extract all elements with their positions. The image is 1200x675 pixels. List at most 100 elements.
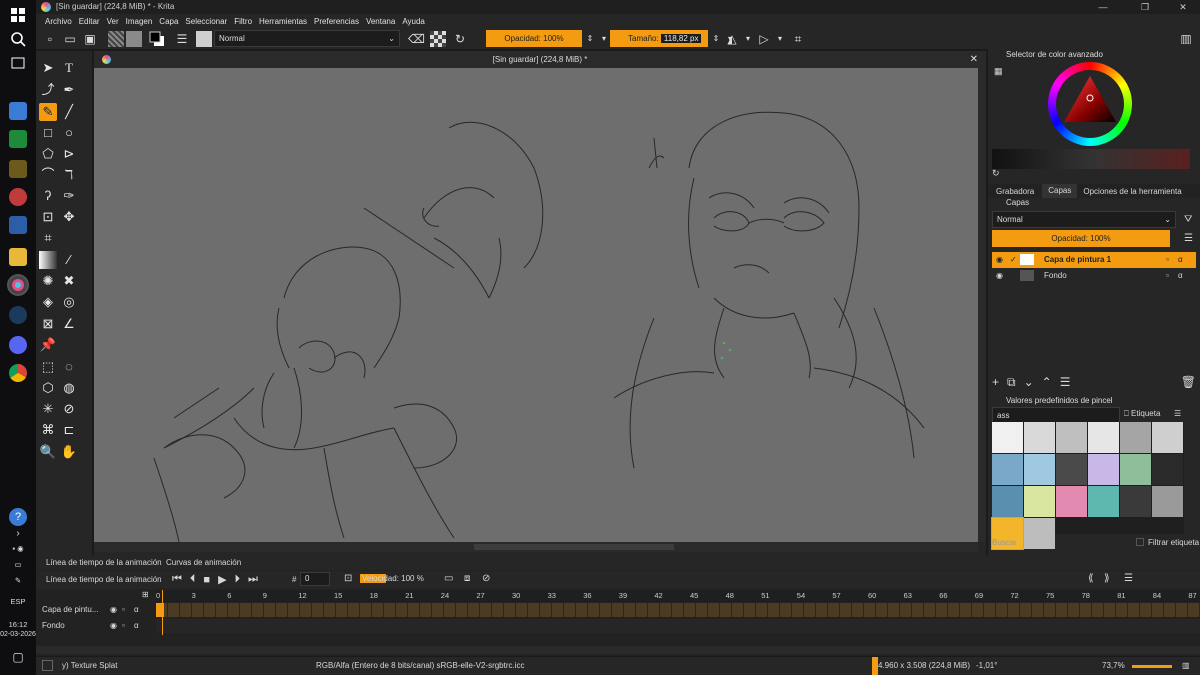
- tab-opciones-herramienta[interactable]: Opciones de la herramienta: [1077, 187, 1187, 196]
- filter-tag-checkbox[interactable]: [1136, 538, 1144, 546]
- windows-start-icon[interactable]: [9, 6, 27, 24]
- zoom-timeline-icon[interactable]: ⟫: [1104, 573, 1110, 584]
- brush-preset-tile[interactable]: [1024, 486, 1055, 517]
- zoom-slider[interactable]: [1132, 665, 1172, 668]
- alpha-lock-icon[interactable]: α: [1178, 268, 1183, 284]
- menu-imagen[interactable]: Imagen: [126, 17, 153, 26]
- playhead[interactable]: [162, 590, 163, 635]
- brush-preset-tile[interactable]: [1152, 454, 1183, 485]
- mirror-vertical-dropdown-icon[interactable]: ▾: [772, 31, 788, 47]
- colorize-mask-tool-icon[interactable]: ✺: [39, 272, 57, 290]
- frame-box-icon[interactable]: ▭: [444, 573, 453, 584]
- timeline-frames[interactable]: [156, 603, 1200, 617]
- reference-tool-icon[interactable]: 📌: [39, 336, 57, 354]
- freehand-select-tool-icon[interactable]: ◍: [60, 379, 78, 397]
- multibrush-tool-icon[interactable]: ✑: [60, 187, 78, 205]
- brush-preset-tile[interactable]: [1088, 422, 1119, 453]
- color-settings-icon[interactable]: ▦: [994, 66, 1003, 77]
- open-document-icon[interactable]: ▭: [62, 31, 78, 47]
- last-frame-icon[interactable]: ⏭: [248, 573, 258, 586]
- menu-editar[interactable]: Editar: [79, 17, 100, 26]
- next-frame-icon[interactable]: ⏵: [235, 573, 241, 586]
- brush-preset-tile[interactable]: [992, 422, 1023, 453]
- brush-preset-tile[interactable]: [1152, 486, 1183, 517]
- hide-icon[interactable]: ⊘: [482, 573, 490, 584]
- canvas-vertical-scrollbar[interactable]: [978, 68, 986, 542]
- brush-preset-tile[interactable]: [1120, 422, 1151, 453]
- onion-icon[interactable]: α: [134, 621, 139, 630]
- color-triangle[interactable]: [1048, 62, 1132, 146]
- first-frame-icon[interactable]: ⏮: [172, 573, 182, 586]
- brush-preset-tile[interactable]: [1088, 486, 1119, 517]
- clock-date[interactable]: 02-03-2026: [0, 631, 36, 638]
- search-icon[interactable]: [9, 30, 27, 48]
- layer-lock-icon[interactable]: ▫: [1166, 252, 1169, 268]
- refresh-icon[interactable]: ↻: [992, 168, 1000, 179]
- color-wheel[interactable]: [1048, 62, 1132, 146]
- edit-shapes-tool-icon[interactable]: ⤴: [39, 81, 57, 99]
- rect-select-tool-icon[interactable]: ⬚: [39, 358, 57, 376]
- menu-ventana[interactable]: Ventana: [366, 17, 395, 26]
- eye-icon[interactable]: ◉: [996, 268, 1003, 284]
- enclose-fill-tool-icon[interactable]: ◎: [60, 293, 78, 311]
- canvas-only-icon[interactable]: ▥: [1182, 657, 1190, 675]
- brush-preset-tile[interactable]: [1024, 422, 1055, 453]
- rectangle-tool-icon[interactable]: □: [39, 124, 57, 142]
- text-tool-icon[interactable]: T: [60, 59, 78, 77]
- measure-tool-icon[interactable]: ∠: [60, 315, 78, 333]
- mirror-dropdown-icon[interactable]: ▾: [740, 31, 756, 47]
- eye-icon[interactable]: ◉: [110, 621, 117, 630]
- menu-herramientas[interactable]: Herramientas: [259, 17, 307, 26]
- maximize-button[interactable]: ❐: [1128, 0, 1162, 14]
- tab-curves[interactable]: Curvas de animación: [166, 558, 241, 567]
- timeline-ruler[interactable]: 0 3 6 9 12 15 18 21 24 27 30 33 36 39 42 45 48 51 54 57 60 63…: [156, 590, 1200, 602]
- file-explorer-icon[interactable]: [9, 248, 27, 266]
- notifications-icon[interactable]: ▢: [0, 650, 36, 664]
- similar-select-tool-icon[interactable]: ⊘: [60, 400, 78, 418]
- transform-tool-icon[interactable]: ⊡: [39, 208, 57, 226]
- gradient-tool-icon[interactable]: [39, 251, 57, 269]
- save-icon[interactable]: ▣: [82, 31, 98, 47]
- play-icon[interactable]: ▶: [218, 573, 226, 586]
- timeline-scrollbar[interactable]: [36, 646, 1200, 654]
- opacity-slider[interactable]: Opacidad: 100%: [486, 30, 582, 47]
- chevron-right-icon[interactable]: ›: [0, 528, 36, 539]
- onion-icon[interactable]: α: [134, 605, 139, 614]
- timeline-menu-icon[interactable]: ☰: [1124, 573, 1133, 584]
- language-indicator[interactable]: ESP: [0, 597, 36, 606]
- app-icon-1[interactable]: [9, 102, 27, 120]
- brush-preset-icon[interactable]: [196, 31, 212, 47]
- line-tool-icon[interactable]: ╱: [60, 103, 78, 121]
- app-icon-2[interactable]: [9, 130, 27, 148]
- delete-layer-icon[interactable]: 🗑: [1181, 375, 1196, 389]
- status-zoom[interactable]: 73,7%: [1102, 657, 1125, 675]
- tab-timeline[interactable]: Línea de tiempo de la animación: [46, 558, 162, 567]
- menu-archivo[interactable]: Archivo: [45, 17, 72, 26]
- clock-time[interactable]: 16:12: [0, 620, 36, 629]
- brush-view-icon[interactable]: ☰: [1174, 409, 1181, 418]
- pan-tool-icon[interactable]: ✋: [60, 443, 78, 461]
- move-up-icon[interactable]: ⌃: [1042, 375, 1052, 389]
- new-document-icon[interactable]: ▫: [42, 31, 58, 47]
- drop-frames-icon[interactable]: ⊡: [344, 573, 352, 584]
- ellipse-tool-icon[interactable]: ○: [60, 124, 78, 142]
- magic-wand-tool-icon[interactable]: ✳: [39, 400, 57, 418]
- menu-preferencias[interactable]: Preferencias: [314, 17, 359, 26]
- alpha-lock-icon[interactable]: α: [1178, 252, 1183, 268]
- task-view-icon[interactable]: [9, 54, 27, 72]
- close-window-button[interactable]: ✕: [1166, 0, 1200, 14]
- freehand-brush-tool-icon[interactable]: ✎: [39, 103, 57, 121]
- layer-lock-icon[interactable]: ▫: [1166, 268, 1169, 284]
- assistant-tool-icon[interactable]: ⊠: [39, 315, 57, 333]
- add-layer-timeline-icon[interactable]: ⊞: [142, 590, 149, 599]
- layer-row[interactable]: ◉ ✓ Capa de pintura 1 ▫ α: [992, 252, 1196, 268]
- reload-preset-icon[interactable]: ↻: [452, 31, 468, 47]
- move-tool-icon[interactable]: ✥: [60, 208, 78, 226]
- timeline-layer-row[interactable]: Fondo ◉ ▫ α: [36, 619, 1200, 633]
- smart-patch-tool-icon[interactable]: ✖: [60, 272, 78, 290]
- canvas-tab[interactable]: [Sin guardar] (224,8 MiB) * ✕: [94, 51, 986, 68]
- blend-mode-select[interactable]: Normal ⌄: [214, 30, 400, 47]
- polygon-tool-icon[interactable]: ⬠: [39, 145, 57, 163]
- crop-tool-icon[interactable]: ⌗: [39, 229, 57, 247]
- brush-preset-tile[interactable]: [1120, 486, 1151, 517]
